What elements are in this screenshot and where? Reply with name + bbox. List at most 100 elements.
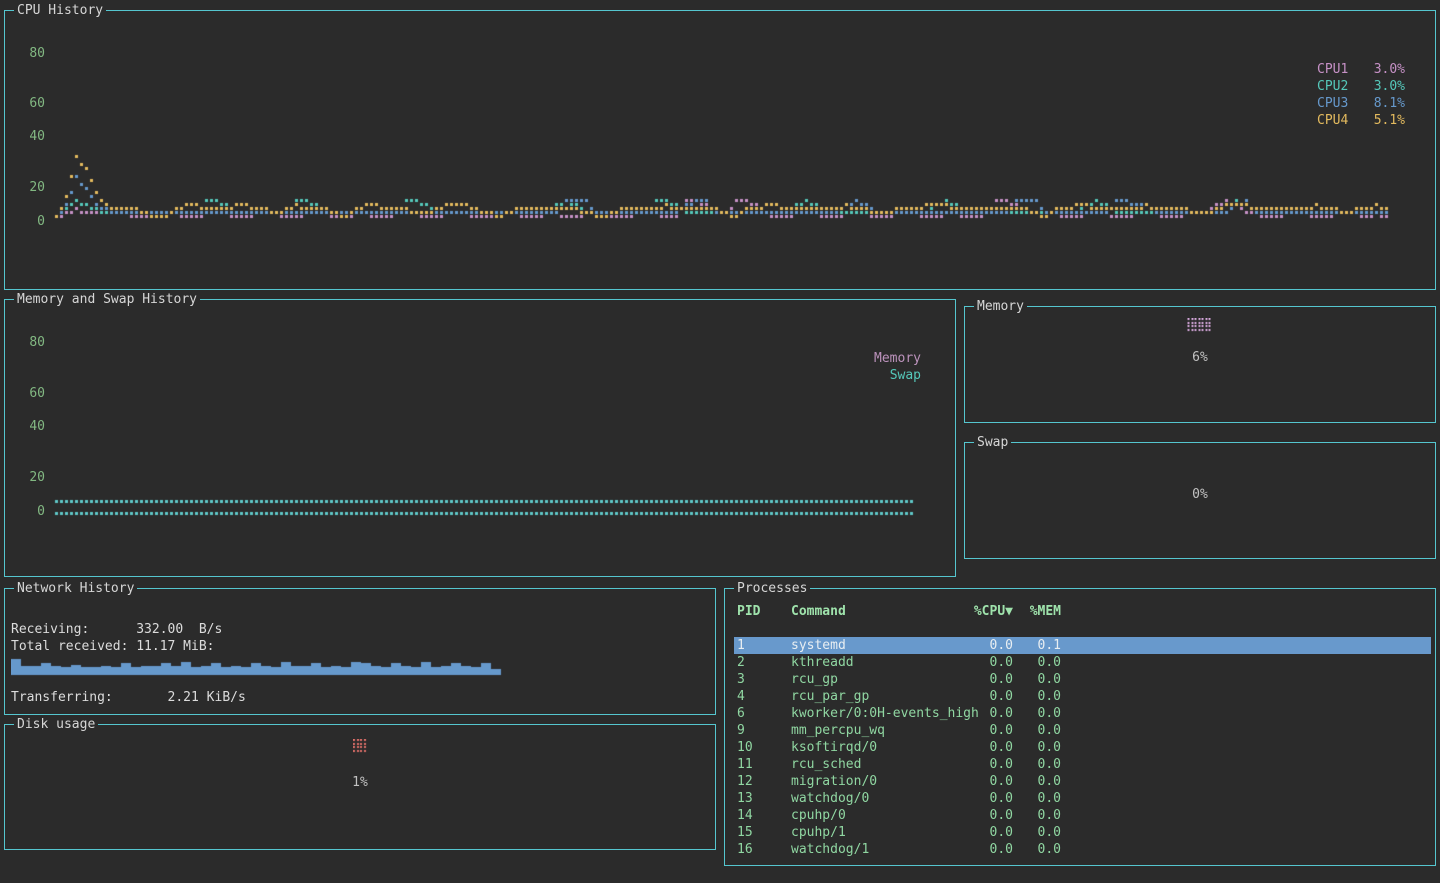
mem-cell: 0.0 — [1021, 705, 1061, 722]
cpu-cell: 0.0 — [943, 637, 1013, 654]
table-row[interactable]: 15cpuhp/10.00.0 — [734, 824, 1431, 841]
table-row[interactable]: 3rcu_gp0.00.0 — [734, 671, 1431, 688]
memory-legend-label: Memory — [874, 350, 921, 367]
mem-cell: 0.0 — [1021, 739, 1061, 756]
pid-cell: 3 — [737, 671, 745, 688]
mem-cell: 0.0 — [1021, 824, 1061, 841]
table-row[interactable]: 6kworker/0:0H-events_high0.00.0 — [734, 705, 1431, 722]
disk-usage-dots — [353, 739, 367, 753]
command-cell: mm_percpu_wq — [791, 722, 885, 739]
mem-ytick-60: 60 — [5, 385, 45, 402]
cpu-cell: 0.0 — [943, 790, 1013, 807]
pid-cell: 15 — [737, 824, 753, 841]
gotop-terminal-screen: CPU History 80 60 40 20 0 CPU1 3.0% CPU2… — [0, 0, 1440, 883]
cpu-ytick-60: 60 — [5, 95, 45, 112]
command-cell: rcu_gp — [791, 671, 838, 688]
cpu-cell: 0.0 — [943, 807, 1013, 824]
column-header-pid: PID — [737, 603, 760, 620]
disk-usage-value: 1% — [5, 774, 715, 791]
column-header-mem: %MEM — [1021, 603, 1061, 620]
swap-gauge-panel: Swap 0% — [964, 442, 1436, 559]
command-cell: watchdog/0 — [791, 790, 869, 807]
pid-cell: 13 — [737, 790, 753, 807]
cpu3-label: CPU3 — [1317, 95, 1348, 112]
swap-gauge-title: Swap — [974, 434, 1011, 451]
memory-gauge-dots — [1188, 318, 1213, 332]
command-cell: migration/0 — [791, 773, 877, 790]
mem-ytick-40: 40 — [5, 418, 45, 435]
processes-title: Processes — [734, 580, 810, 597]
cpu-cell: 0.0 — [943, 756, 1013, 773]
memory-gauge-value: 6% — [965, 349, 1435, 366]
cpu-cell: 0.0 — [943, 739, 1013, 756]
disk-usage-title: Disk usage — [14, 716, 98, 733]
cpu-cell: 0.0 — [943, 722, 1013, 739]
disk-usage-panel: Disk usage 1% — [4, 724, 716, 850]
table-row[interactable]: 1 systemd 0.0 0.1 — [734, 637, 1431, 654]
table-row[interactable]: 11rcu_sched0.00.0 — [734, 756, 1431, 773]
mem-cell: 0.0 — [1021, 756, 1061, 773]
cpu-cell: 0.0 — [943, 841, 1013, 858]
mem-cell: 0.0 — [1021, 790, 1061, 807]
network-history-title: Network History — [14, 580, 137, 597]
mem-cell: 0.0 — [1021, 688, 1061, 705]
cpu1-value: 3.0% — [1374, 61, 1405, 78]
column-header-command: Command — [791, 603, 846, 620]
command-cell: kthreadd — [791, 654, 854, 671]
table-row[interactable]: 4rcu_par_gp0.00.0 — [734, 688, 1431, 705]
memory-gauge-panel: Memory 6% — [964, 306, 1436, 423]
pid-cell: 6 — [737, 705, 745, 722]
mem-cell: 0.0 — [1021, 722, 1061, 739]
cpu-legend-row: CPU3 8.1% — [1317, 95, 1405, 112]
pid-cell: 9 — [737, 722, 745, 739]
cpu-legend-row: CPU1 3.0% — [1317, 61, 1405, 78]
memory-gauge-title: Memory — [974, 298, 1027, 315]
processes-panel: Processes PID Command %CPU▼ %MEM 1system… — [724, 588, 1436, 866]
pid-cell: 1 — [737, 637, 745, 654]
mem-cell: 0.0 — [1021, 654, 1061, 671]
swap-legend-label: Swap — [890, 367, 921, 384]
table-row[interactable]: 2kthreadd0.00.0 — [734, 654, 1431, 671]
cpu-history-panel: CPU History 80 60 40 20 0 CPU1 3.0% CPU2… — [4, 10, 1436, 290]
column-header-cpu-sort[interactable]: %CPU▼ — [943, 603, 1013, 620]
pid-cell: 4 — [737, 688, 745, 705]
command-cell: watchdog/1 — [791, 841, 869, 858]
mem-ytick-0: 0 — [5, 503, 45, 520]
table-row[interactable]: 13 watchdog/0 0.0 0.0 — [734, 790, 1431, 807]
network-receiving-sparkline — [11, 653, 511, 677]
command-cell: systemd — [791, 637, 846, 654]
processes-table-header: PID Command %CPU▼ %MEM — [734, 603, 1431, 620]
network-transferring-text: Transferring: 2.21 KiB/s — [11, 689, 246, 706]
pid-cell: 10 — [737, 739, 753, 756]
memory-swap-history-chart — [5, 300, 955, 576]
pid-cell: 14 — [737, 807, 753, 824]
cpu-legend-row: CPU4 5.1% — [1317, 112, 1405, 129]
swap-gauge-value: 0% — [965, 486, 1435, 503]
cpu-ytick-40: 40 — [5, 128, 45, 145]
table-row[interactable]: 14cpuhp/00.00.0 — [734, 807, 1431, 824]
table-row[interactable]: 16watchdog/10.00.0 — [734, 841, 1431, 858]
mem-cell: 0.0 — [1021, 807, 1061, 824]
table-row[interactable]: 10ksoftirqd/00.00.0 — [734, 739, 1431, 756]
command-cell: cpuhp/1 — [791, 824, 846, 841]
cpu-cell: 0.0 — [943, 705, 1013, 722]
network-receiving-text: Receiving: 332.00 B/s — [11, 621, 222, 638]
pid-cell: 16 — [737, 841, 753, 858]
memory-swap-legend: Memory Swap — [874, 350, 921, 384]
cpu-legend-row: CPU2 3.0% — [1317, 78, 1405, 95]
cpu-cell: 0.0 — [943, 688, 1013, 705]
pid-cell: 12 — [737, 773, 753, 790]
cpu2-value: 3.0% — [1374, 78, 1405, 95]
mem-ytick-20: 20 — [5, 469, 45, 486]
mem-cell: 0.0 — [1021, 773, 1061, 790]
table-row[interactable]: 12migration/00.00.0 — [734, 773, 1431, 790]
pid-cell: 2 — [737, 654, 745, 671]
network-history-panel: Network History Receiving: 332.00 B/s To… — [4, 588, 716, 715]
mem-cell: 0.1 — [1021, 637, 1061, 654]
cpu-ytick-80: 80 — [5, 45, 45, 62]
cpu2-label: CPU2 — [1317, 78, 1348, 95]
cpu4-label: CPU4 — [1317, 112, 1348, 129]
cpu-ytick-20: 20 — [5, 179, 45, 196]
table-row[interactable]: 9 mm_percpu_wq 0.0 0.0 — [734, 722, 1431, 739]
cpu4-value: 5.1% — [1374, 112, 1405, 129]
